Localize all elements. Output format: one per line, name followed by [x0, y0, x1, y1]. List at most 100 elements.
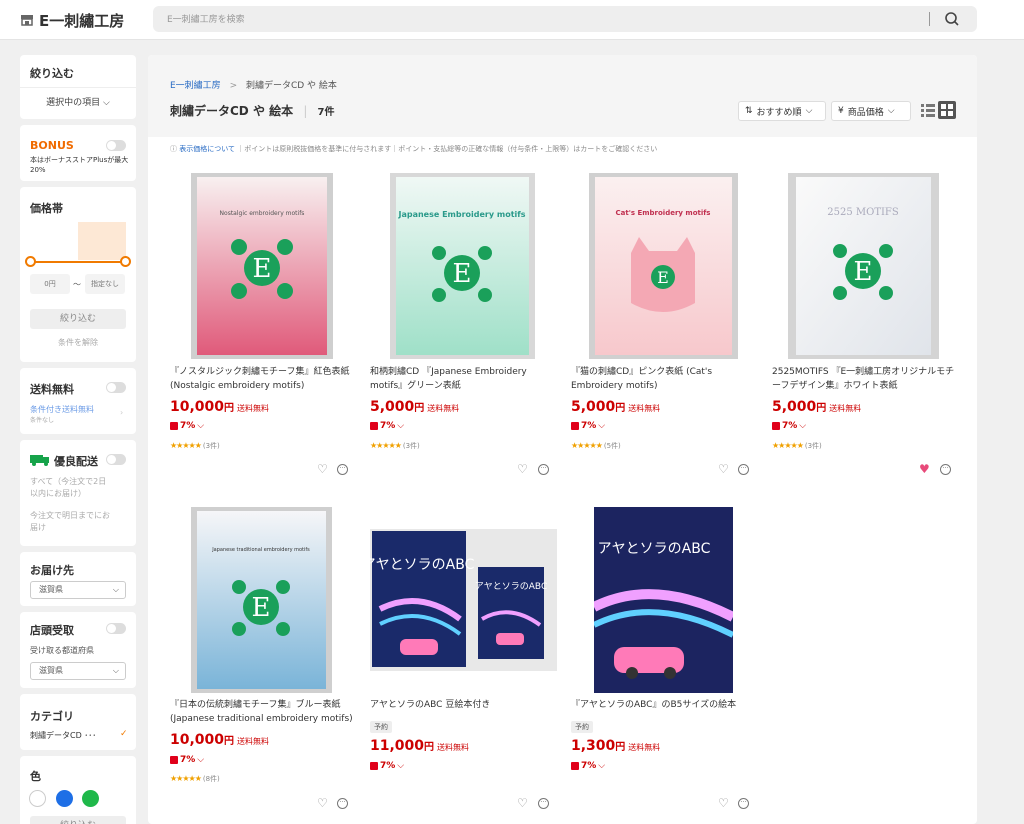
priority-delivery-toggle[interactable]: [106, 454, 126, 465]
price-slider-min-handle[interactable]: [25, 256, 36, 267]
price-notice-text: ｜ポイントは原則税抜価格を基準に付与されます｜ポイント・支払総等の正確な情報（付…: [237, 145, 658, 153]
product-image[interactable]: Japanese traditional embroidery motifs E: [191, 507, 332, 693]
cover-title: アヤとソラのABC: [598, 541, 711, 557]
product-image[interactable]: Japanese Embroidery motifs E: [390, 173, 535, 359]
store-name: E一刺繡工房: [39, 11, 125, 30]
rating-stars[interactable]: ★★★★★ (3件): [772, 441, 822, 451]
store-logo[interactable]: E一刺繡工房: [20, 9, 124, 31]
product-title[interactable]: 和柄刺繡CD 『Japanese Embroidery motifs』グリーン表…: [370, 365, 553, 393]
heart-icon[interactable]: ♡: [317, 796, 328, 810]
checkmark-icon: ✓: [120, 729, 128, 739]
bonus-title: BONUS: [30, 139, 74, 152]
reservation-badge: 予約: [370, 721, 392, 733]
price-max-input[interactable]: 指定なし: [85, 274, 125, 294]
color-swatch-white[interactable]: [29, 790, 46, 807]
price-notice-link[interactable]: 表示価格について: [179, 145, 235, 153]
price-sort-dropdown[interactable]: ¥ 商品価格 ⌵: [831, 101, 911, 121]
heart-icon[interactable]: ♡: [718, 462, 729, 476]
delivery-tomorrow-option[interactable]: 今注文で明日までにお届け: [30, 510, 110, 534]
product-title[interactable]: アヤとソラのABC 豆絵本付き: [370, 698, 553, 712]
cover-title: 2525 MOTIFS: [827, 207, 899, 218]
product-image[interactable]: 2525 MOTIFS E: [788, 173, 939, 359]
product-title[interactable]: 『日本の伝統刺繡モチーフ集』ブルー表紙 (Japanese traditiona…: [170, 698, 353, 726]
more-icon[interactable]: ···: [738, 464, 749, 475]
points-rate: 7%: [380, 761, 396, 771]
price-yen: 円: [414, 403, 425, 414]
points-badge[interactable]: 7% ⌵: [370, 421, 404, 431]
heart-icon[interactable]: ♡: [517, 462, 528, 476]
points-badge[interactable]: 7% ⌵: [571, 761, 605, 771]
rating-stars[interactable]: ★★★★★ (8件): [170, 774, 220, 784]
filter-title: 絞り込む: [30, 67, 74, 80]
chevron-down-icon: ⌵: [598, 421, 606, 431]
more-icon[interactable]: ···: [538, 798, 549, 809]
yen-icon: ¥: [838, 106, 844, 116]
product-title[interactable]: 2525MOTIFS 『E一刺繡工房オリジナルモチーフデザイン集』ホワイト表紙: [772, 365, 955, 393]
store-icon: [20, 14, 34, 26]
points-icon: [571, 762, 579, 770]
heart-icon[interactable]: ♡: [317, 462, 328, 476]
more-icon[interactable]: ···: [337, 464, 348, 475]
price-narrow-button[interactable]: 絞り込む: [30, 309, 126, 329]
color-narrow-button[interactable]: 絞り込む: [30, 816, 126, 824]
store-pickup-toggle[interactable]: [106, 623, 126, 634]
info-icon: ⓘ: [170, 145, 180, 153]
color-swatch-green[interactable]: [82, 790, 99, 807]
breadcrumb: E一刺繡工房 > 刺繡データCD や 絵本: [170, 78, 337, 91]
selected-items-dropdown[interactable]: 選択中の項目 ⌵: [20, 95, 136, 108]
chevron-down-icon: ⌵: [799, 421, 807, 431]
price-min-input[interactable]: 0円: [30, 274, 70, 294]
bonus-toggle[interactable]: [106, 140, 126, 151]
chevron-down-icon: ⌵: [103, 98, 110, 108]
pickup-pref-select[interactable]: 滋賀県 ⌵: [30, 662, 126, 680]
free-shipping-toggle[interactable]: [106, 382, 126, 393]
list-view-icon[interactable]: [920, 102, 936, 118]
conditional-free-shipping[interactable]: 条件付き送料無料: [30, 404, 94, 415]
heart-icon[interactable]: ♡: [718, 796, 729, 810]
rating-stars[interactable]: ★★★★★ (3件): [170, 441, 220, 451]
rating-stars[interactable]: ★★★★★ (5件): [571, 441, 621, 451]
delivery-all-option[interactable]: すべて（今注文で2日以内にお届け）: [30, 476, 110, 500]
color-swatch-blue[interactable]: [56, 790, 73, 807]
heart-icon[interactable]: ♥: [919, 462, 930, 476]
more-icon[interactable]: ···: [337, 798, 348, 809]
search-icon[interactable]: [943, 10, 961, 28]
search-input[interactable]: E一刺繡工房を検索: [167, 12, 245, 25]
points-badge[interactable]: 7% ⌵: [571, 421, 605, 431]
clear-conditions-link[interactable]: 条件を解除: [20, 337, 136, 348]
product-image[interactable]: Nostalgic embroidery motifs E: [191, 173, 333, 359]
breadcrumb-root-link[interactable]: E一刺繡工房: [170, 81, 221, 91]
price-value: 5,000: [370, 399, 415, 415]
free-shipping-label: 送料無料: [437, 743, 470, 752]
product-image[interactable]: アヤとソラのABC: [591, 507, 736, 693]
heart-icon[interactable]: ♡: [517, 796, 528, 810]
points-badge[interactable]: 7% ⌵: [370, 761, 404, 771]
product-title[interactable]: 『ノスタルジック刺繡モチーフ集』紅色表紙 (Nostalgic embroide…: [170, 365, 353, 393]
search-bar[interactable]: E一刺繡工房を検索: [153, 6, 977, 32]
product-image[interactable]: Cat's Embroidery motifs E: [589, 173, 738, 359]
chevron-right-icon: ›: [120, 408, 124, 417]
grid-view-icon[interactable]: [938, 101, 956, 119]
more-icon[interactable]: ···: [538, 464, 549, 475]
points-badge[interactable]: 7% ⌵: [170, 421, 204, 431]
pickup-pref-value: 滋賀県: [39, 666, 63, 675]
more-icon[interactable]: ···: [940, 464, 951, 475]
product-price: 11,000円 送料無料: [370, 738, 469, 754]
rating-count: (5件): [603, 442, 621, 450]
category-item[interactable]: 刺繡データCD ･･･: [30, 730, 96, 741]
sort-order-dropdown[interactable]: ⇅ おすすめ順 ⌵: [738, 101, 826, 121]
points-badge[interactable]: 7% ⌵: [772, 421, 806, 431]
price-slider-max-handle[interactable]: [120, 256, 131, 267]
deliver-to-select[interactable]: 滋賀県 ⌵: [30, 581, 126, 599]
points-badge[interactable]: 7% ⌵: [170, 755, 204, 765]
product-image[interactable]: アヤとソラのABC アヤとソラのABC: [362, 529, 557, 671]
product-title[interactable]: 『アヤとソラのABC』のB5サイズの絵本: [571, 698, 754, 712]
points-rate: 7%: [180, 421, 196, 431]
priority-delivery-card: 優良配送 すべて（今注文で2日以内にお届け） 今注文で明日までにお届け: [20, 440, 136, 546]
rating-stars[interactable]: ★★★★★ (3件): [370, 441, 420, 451]
product-price: 5,000円 送料無料: [370, 399, 459, 415]
product-title[interactable]: 『猫の刺繡CD』ピンク表紙 (Cat's Embroidery motifs): [571, 365, 754, 393]
color-filter-card: 色 絞り込む: [20, 756, 136, 824]
product-price: 5,000円 送料無料: [772, 399, 861, 415]
more-icon[interactable]: ···: [738, 798, 749, 809]
